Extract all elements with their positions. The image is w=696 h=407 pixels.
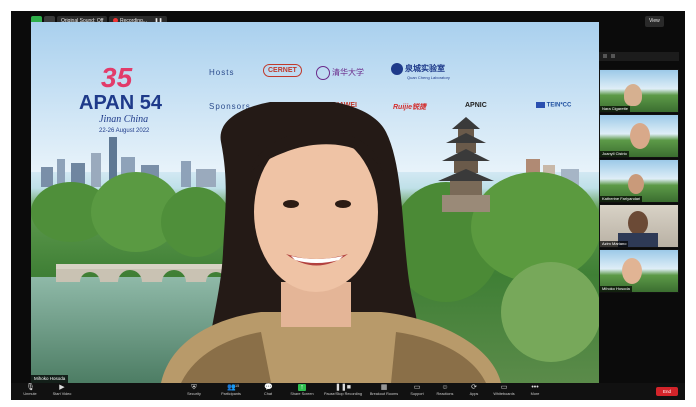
sponsor-tein-label: TEIN*CC [546, 102, 572, 109]
more-icon: ••• [531, 384, 539, 391]
apps-label: Apps [469, 392, 479, 396]
share-screen-button[interactable]: ↑ Share Screen [288, 384, 316, 397]
logo-number: 35 [101, 62, 133, 93]
participant-face [624, 84, 642, 106]
security-label: Security [187, 392, 201, 396]
logo-city: Jinan China [99, 114, 149, 125]
participant-tile[interactable]: Azim Mariano [599, 204, 679, 248]
gallery-minimize-icon[interactable] [603, 54, 607, 58]
more-label: More [530, 392, 540, 396]
reactions-button[interactable]: ☺ Reactions [433, 384, 457, 397]
participant-name: Azim Mariano [600, 241, 629, 247]
host-subtitle: Quan Cheng Laboratory [407, 75, 450, 80]
host-name: CERNET [263, 64, 302, 77]
participant-tile[interactable]: Katherine Farlyandari [599, 159, 679, 203]
host-logo-cernet: CERNET [263, 64, 302, 77]
recording-label: Pause/Stop Recording [324, 392, 362, 396]
unmute-label: Unmute [23, 392, 37, 396]
participant-face [628, 211, 648, 235]
security-button[interactable]: ⛨ Security [183, 384, 205, 397]
view-label: View [649, 18, 660, 24]
gallery-view-icon[interactable] [611, 54, 615, 58]
host-name: 清华大学 [331, 67, 364, 77]
sponsor-tein: TEIN*CC [536, 102, 571, 109]
meeting-toolbar: 🎙 Unmute ▶ Start Video ⛨ Security 👥 15 P… [11, 383, 685, 400]
breakout-rooms-label: Breakout Rooms [369, 392, 399, 396]
support-label: Support [410, 392, 424, 396]
end-label: End [662, 389, 671, 394]
apps-icon: ⟳ [471, 384, 477, 391]
microphone-muted-icon: 🎙 [26, 384, 35, 391]
chat-label: Chat [263, 392, 273, 396]
participant-name: Joanyll Cistrio [600, 151, 629, 157]
whiteboards-label: Whiteboards [493, 392, 515, 396]
participant-name: Nara Cigarette [600, 106, 631, 112]
tsinghua-seal-icon [316, 66, 330, 80]
reactions-label: Reactions [436, 392, 454, 396]
main-video: 35 APAN 54 Jinan China 22-26 August 2022… [31, 22, 599, 383]
unmute-button[interactable]: 🎙 Unmute [19, 384, 41, 397]
host-logo-tsinghua: 清华大学 [316, 66, 364, 80]
participant-name: Katherine Farlyandari [600, 196, 643, 202]
whiteboards-button[interactable]: ▭ Whiteboards [489, 384, 519, 397]
participant-tile[interactable]: Nara Cigarette [599, 69, 679, 113]
quancheng-seal-icon [391, 63, 403, 76]
participants-icon: 👥 [227, 384, 236, 391]
support-icon: ▭ [413, 384, 421, 391]
view-button[interactable]: View [645, 16, 664, 27]
reactions-icon: ☺ [441, 384, 449, 391]
tree [501, 262, 599, 362]
chat-button[interactable]: 💬 Chat [259, 384, 277, 397]
speaker-video [161, 102, 501, 383]
participants-count: 15 [235, 384, 240, 388]
share-screen-icon: ↑ [298, 384, 306, 391]
pause-stop-icon: ❚❚■ [335, 384, 351, 391]
whiteboard-icon: ▭ [500, 384, 508, 391]
participant-tile[interactable]: Joanyll Cistrio [599, 114, 679, 158]
support-button[interactable]: ▭ Support [407, 384, 427, 397]
pause-stop-recording-button[interactable]: ❚❚■ Pause/Stop Recording [321, 384, 365, 397]
video-camera-off-icon: ▶ [59, 384, 65, 391]
breakout-rooms-button[interactable]: ▦ Breakout Rooms [367, 384, 401, 397]
breakout-rooms-icon: ▦ [380, 384, 388, 391]
share-screen-label: Share Screen [290, 392, 314, 396]
start-video-button[interactable]: ▶ Start Video [49, 384, 75, 397]
logo-title: APAN 54 [79, 92, 162, 114]
participants-label: Participants [221, 392, 241, 396]
host-logo-quancheng: 泉城实验室 Quan Cheng Laboratory [391, 63, 450, 80]
eu-flag-icon [536, 102, 545, 108]
participant-face [622, 258, 642, 284]
more-button[interactable]: ••• More [526, 384, 544, 397]
host-name: 泉城实验室 [404, 64, 445, 73]
hosts-label: Hosts [209, 68, 235, 77]
participant-face [628, 174, 644, 194]
participants-button[interactable]: 👥 15 Participants [217, 384, 245, 397]
start-video-label: Start Video [52, 392, 72, 396]
gallery-header [599, 52, 679, 61]
chat-bubble-icon: 💬 [264, 384, 273, 391]
logo-dates: 22-26 August 2022 [99, 128, 150, 134]
participant-name: Mihoko Hosoda [600, 286, 632, 292]
participant-face [630, 123, 650, 149]
participant-tile[interactable]: Mihoko Hosoda [599, 249, 679, 293]
speaker-name-tag: Mihoko Hosoda [31, 375, 69, 383]
shield-icon: ⛨ [191, 384, 197, 391]
speaker-name: Mihoko Hosoda [34, 376, 66, 381]
apps-button[interactable]: ⟳ Apps [465, 384, 483, 397]
end-meeting-button[interactable]: End [656, 387, 678, 396]
zoom-window: Original Sound: Off Recording... ❚❚ View [11, 11, 685, 400]
